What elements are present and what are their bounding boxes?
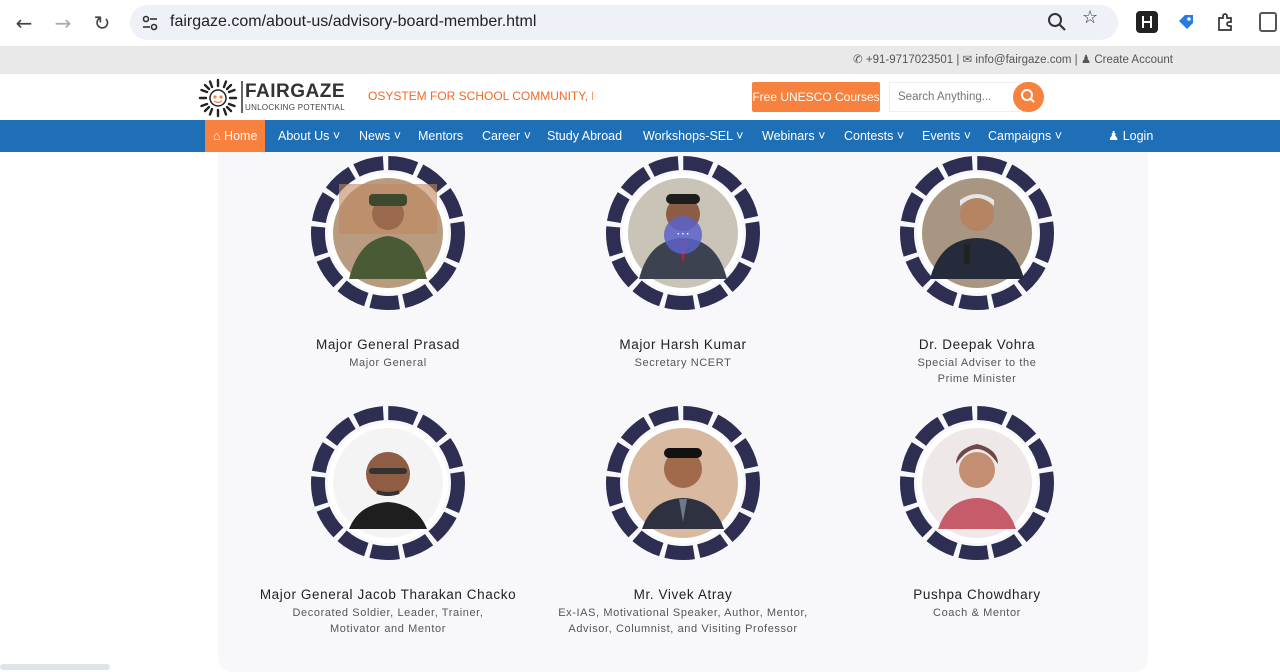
nav-item-label: About Us [278,129,330,143]
topbar-email[interactable]: info@fairgaze.com [975,54,1071,66]
member-photo-frame[interactable] [309,404,467,562]
member-name[interactable]: Dr. Deepak Vohra [827,338,1127,352]
member-role: Secretary NCERT [634,357,732,369]
site-search [889,82,1044,112]
member-name[interactable]: Major Harsh Kumar [533,338,833,352]
nav-item-about-us[interactable]: About Us ˅ [278,120,340,152]
member-name[interactable]: Pushpa Chowdhary [827,588,1127,602]
user-icon: ♟ [1080,54,1092,66]
browser-toolbar: ← → ↻ fairgaze.com/about-us/advisory-boa… [0,0,1280,46]
home-icon: ⌂ [213,129,221,143]
site-header [0,74,1280,120]
chevron-down-icon: ˅ [963,129,972,143]
member-photo [900,406,1054,560]
member-name[interactable]: Mr. Vivek Atray [533,588,833,602]
user-icon: ♟ [1108,129,1120,143]
member-card: Major General Prasad Major General [238,338,538,371]
site-topbar: ✆ +91-9717023501 | ✉ info@fairgaze.com |… [0,46,1280,74]
nav-item-study-abroad[interactable]: Study Abroad [547,120,622,152]
search-button[interactable] [1013,82,1044,112]
chevron-down-icon: ˅ [896,129,905,143]
nav-item-label: Study Abroad [547,129,623,143]
back-arrow-icon[interactable]: ← [11,10,37,36]
member-photo [606,406,760,560]
chevron-down-icon: ˅ [393,129,402,143]
member-photo-frame[interactable] [604,404,762,562]
member-photo-frame[interactable] [898,154,1056,312]
search-icon [1021,89,1035,103]
more-options-overlay-icon[interactable]: ⋯ [664,216,702,254]
nav-item-label: Webinars [762,129,815,143]
chevron-down-icon: ˅ [1054,129,1063,143]
extension-tag-icon[interactable] [1175,11,1197,33]
bookmark-star-icon[interactable]: ☆ [1082,7,1098,28]
member-card: Major Harsh Kumar Secretary NCERT [533,338,833,371]
extensions-puzzle-icon[interactable] [1214,11,1236,33]
chevron-down-icon: ˅ [736,129,744,143]
free-unesco-courses-button[interactable]: Free UNESCO Courses [752,82,880,112]
member-name[interactable]: Major General Prasad [238,338,538,352]
logo-separator [241,81,243,113]
envelope-icon: ✉ [962,54,973,66]
nav-item-label: Workshops-SEL [643,129,733,143]
nav-item-label: Career [482,129,521,143]
nav-item-career[interactable]: Career ˅ [482,120,531,152]
zoom-magnifier-icon[interactable] [1046,11,1068,33]
nav-item-label: Home [224,129,258,143]
logo-sunburst-icon [198,78,238,118]
nav-item-events[interactable]: Events ˅ [922,120,971,152]
extension-h-icon[interactable] [1136,11,1158,33]
nav-item-label: News [359,129,391,143]
address-bar[interactable]: fairgaze.com/about-us/advisory-board-mem… [130,5,1118,40]
nav-item-label: Events [922,129,961,143]
nav-item-contests[interactable]: Contests ˅ [844,120,904,152]
topbar-phone[interactable]: +91-9717023501 [866,54,953,66]
nav-item-label: Contests [844,129,894,143]
member-role: Major General [349,357,427,369]
logo-tagline: UNLOCKING POTENTIAL [245,103,345,112]
member-photo [311,406,465,560]
nav-item-login[interactable]: ♟ Login [1108,120,1153,152]
nav-item-workshops-sel[interactable]: Workshops-SEL ˅ [643,120,743,152]
nav-item-news[interactable]: News ˅ [359,120,401,152]
main-navigation: ⌂ Home About Us ˅ News ˅ Mentors Career … [0,120,1280,152]
site-info-icon[interactable] [140,13,160,33]
sidebar-panel-icon[interactable] [1259,12,1277,32]
member-role: Ex-IAS, Motivational Speaker, Author, Me… [558,607,808,635]
nav-item-label: Login [1122,129,1154,143]
member-role: Decorated Soldier, Leader, Trainer, Moti… [292,607,484,635]
forward-arrow-icon[interactable]: → [50,10,76,36]
member-card: Pushpa Chowdhary Coach & Mentor [827,588,1127,621]
member-role: Coach & Mentor [933,607,1021,619]
nav-item-label: Campaigns [988,129,1052,143]
nav-item-webinars[interactable]: Webinars ˅ [762,120,825,152]
member-name[interactable]: Major General Jacob Tharakan Chacko [258,588,518,602]
nav-item-campaigns[interactable]: Campaigns ˅ [988,120,1062,152]
phone-icon: ✆ [853,54,863,66]
url-text[interactable]: fairgaze.com/about-us/advisory-board-mem… [170,13,536,31]
create-account-link[interactable]: Create Account [1094,54,1173,66]
reload-icon[interactable]: ↻ [89,10,115,36]
member-card: Dr. Deepak Vohra Special Adviser to the … [827,338,1127,387]
horizontal-scrollbar[interactable] [0,664,110,670]
chevron-down-icon: ˅ [523,129,532,143]
chevron-down-icon: ˅ [818,129,826,143]
nav-item-home[interactable]: ⌂ Home [205,120,266,152]
chevron-down-icon: ˅ [332,129,341,143]
topbar-contact: ✆ +91-9717023501 | ✉ info@fairgaze.com |… [853,52,1173,66]
member-role: Special Adviser to the Prime Minister [917,357,1037,385]
nav-item-label: Mentors [418,129,464,143]
search-input[interactable] [889,82,1024,112]
member-card: Major General Jacob Tharakan Chacko Deco… [258,588,518,637]
member-card: Mr. Vivek Atray Ex-IAS, Motivational Spe… [533,588,833,637]
logo-wordmark: FAIRGAZE [245,81,346,102]
member-photo [311,156,465,310]
scrolling-announcement[interactable]: OSYSTEM FOR SCHOOL COMMUNITY, M [368,89,593,103]
nav-item-mentors[interactable]: Mentors [418,120,463,152]
member-photo-frame[interactable] [309,154,467,312]
member-photo [900,156,1054,310]
fairgaze-logo[interactable]: FAIRGAZE UNLOCKING POTENTIAL [198,76,363,118]
member-photo-frame[interactable] [898,404,1056,562]
